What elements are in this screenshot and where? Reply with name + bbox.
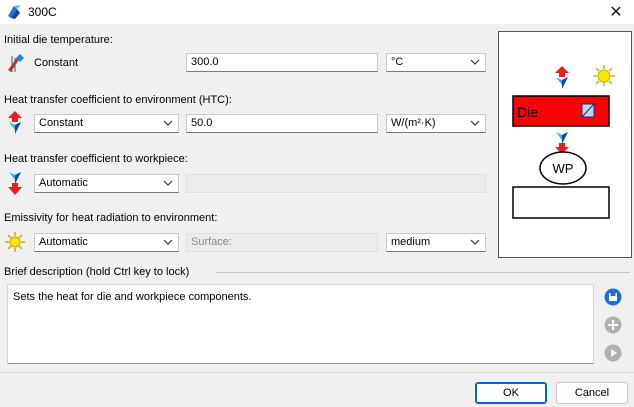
chevron-down-icon bbox=[163, 120, 173, 126]
emissivity-mode-select[interactable]: Automatic bbox=[34, 233, 179, 252]
htc-env-unit-select[interactable]: W/(m²·K) bbox=[386, 114, 486, 133]
htc-env-input[interactable]: 50.0 bbox=[186, 114, 378, 133]
chevron-down-icon bbox=[470, 59, 480, 65]
workpiece-label: WP bbox=[553, 161, 574, 176]
initial-temp-unit-select[interactable]: °C bbox=[386, 53, 486, 72]
htc-env-unit-value: W/(m²·K) bbox=[391, 117, 436, 129]
heat-transfer-workpiece-icon bbox=[555, 132, 569, 154]
heat-transfer-environment-icon bbox=[555, 66, 569, 89]
schematic-panel: Die WP bbox=[498, 31, 632, 258]
initial-temp-input[interactable]: 300.0 bbox=[186, 53, 378, 72]
initial-temp-unit-value: °C bbox=[391, 56, 404, 68]
chevron-down-icon bbox=[163, 180, 173, 186]
lower-die-block bbox=[512, 186, 610, 219]
window-title: 300C bbox=[28, 5, 57, 19]
chevron-down-icon bbox=[470, 239, 480, 245]
initial-temp-label: Initial die temperature: bbox=[4, 34, 113, 46]
add-icon[interactable] bbox=[603, 315, 623, 335]
ok-button[interactable]: OK bbox=[475, 382, 547, 404]
footer-divider bbox=[0, 372, 634, 373]
emissivity-mode-value: Automatic bbox=[39, 236, 88, 248]
surface-input: Surface: bbox=[186, 233, 378, 252]
play-icon[interactable] bbox=[603, 343, 623, 363]
chevron-down-icon bbox=[470, 120, 480, 126]
description-textarea[interactable]: Sets the heat for die and workpiece comp… bbox=[7, 284, 594, 364]
die-label: Die bbox=[517, 104, 538, 120]
chevron-down-icon bbox=[163, 239, 173, 245]
htc-workpiece-label: Heat transfer coefficient to workpiece: bbox=[4, 153, 188, 165]
save-icon[interactable] bbox=[603, 287, 623, 307]
title-bar: 300C ✕ bbox=[0, 0, 634, 24]
die-temperature-icon bbox=[8, 54, 24, 72]
htc-workpiece-mode-value: Automatic bbox=[39, 177, 88, 189]
htc-workpiece-mode-select[interactable]: Automatic bbox=[34, 174, 179, 193]
surface-value: medium bbox=[391, 236, 431, 248]
surface-select[interactable]: medium bbox=[386, 233, 486, 252]
sun-radiation-icon bbox=[593, 65, 615, 86]
section-divider bbox=[216, 272, 630, 273]
cancel-button[interactable]: Cancel bbox=[556, 382, 628, 404]
heat-transfer-workpiece-icon bbox=[8, 172, 22, 195]
initial-temp-mode: Constant bbox=[34, 57, 79, 69]
emissivity-label: Emissivity for heat radiation to environ… bbox=[4, 212, 218, 224]
htc-workpiece-input bbox=[186, 174, 486, 193]
htc-env-mode-value: Constant bbox=[39, 117, 84, 129]
schematic-diagram: Die WP bbox=[512, 65, 615, 219]
description-header: Brief description (hold Ctrl key to lock… bbox=[4, 266, 190, 278]
htc-env-mode-select[interactable]: Constant bbox=[34, 114, 179, 133]
close-button[interactable]: ✕ bbox=[598, 0, 634, 24]
hammer-gem-icon bbox=[8, 5, 21, 19]
sun-radiation-icon bbox=[5, 232, 25, 252]
heat-transfer-environment-icon bbox=[8, 111, 22, 134]
htc-env-label: Heat transfer coefficient to environment… bbox=[4, 94, 232, 106]
